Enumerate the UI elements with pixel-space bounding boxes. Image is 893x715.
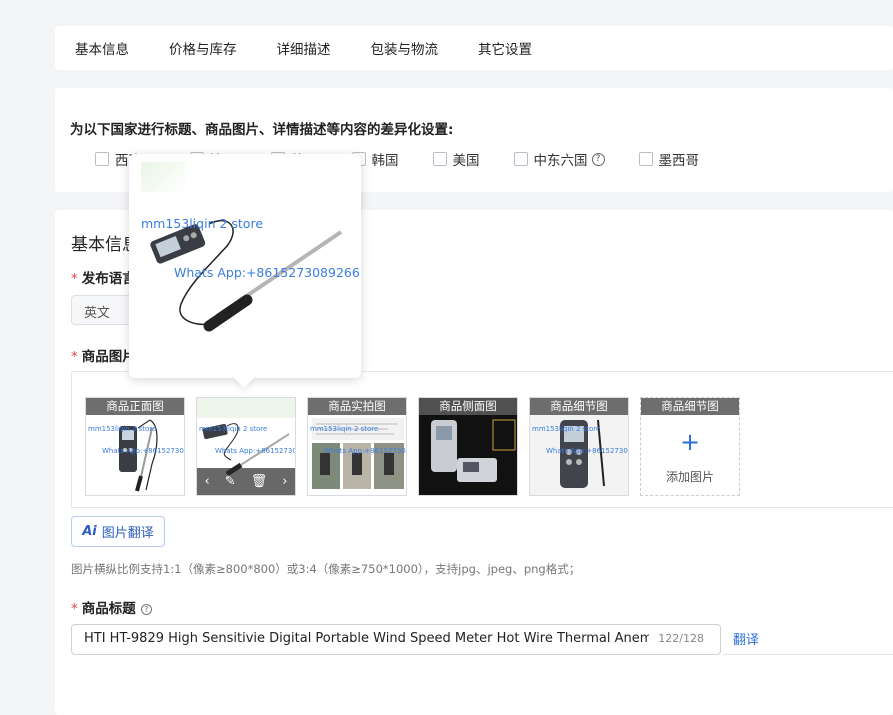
image-translate-label: 图片翻译 (101, 526, 154, 541)
ai-icon: Ai (82, 524, 97, 539)
image-thumb-hovered[interactable]: mm153liqin 2 store Whats App:+8615273089… (196, 397, 296, 496)
country-middle-east[interactable]: 中东六国? (513, 149, 605, 169)
image-tag: 商品实拍图 (308, 398, 406, 415)
image-tag: 商品正面图 (86, 398, 184, 415)
checkbox[interactable] (513, 152, 528, 166)
divider (723, 654, 893, 655)
tab-other-settings[interactable]: 其它设置 (478, 38, 532, 58)
image-format-hint: 图片横纵比例支持1:1（像素≥800*800）或3:4（像素≥750*1000）… (71, 562, 581, 576)
image-thumb-detail[interactable]: mm153liqin 2 store Whats App:+8615273089… (529, 397, 629, 496)
image-tag: 商品细节图 (530, 398, 628, 415)
edit-icon[interactable]: ✎ (225, 474, 236, 489)
image-thumb-real[interactable]: mm153liqin 2 store Whats App:+8615273089… (307, 397, 407, 496)
help-icon[interactable]: ? (140, 603, 152, 615)
tabs-card: 基本信息 价格与库存 详细描述 包装与物流 其它设置 (55, 26, 893, 70)
country-usa[interactable]: 美国 (432, 149, 480, 169)
country-mexico[interactable]: 墨西哥 (638, 149, 699, 169)
tab-description[interactable]: 详细描述 (277, 38, 331, 58)
trash-icon[interactable]: 🗑 (251, 474, 268, 489)
images-label: * 商品图片 (71, 349, 136, 365)
language-label: * 发布语言 (71, 271, 136, 287)
title-label: * 商品标题? (71, 597, 152, 617)
image-panel: mm153liqin 2 store Whats App:+8615273089… (71, 371, 893, 508)
watermark-text: Whats App:+8615273089266 (546, 447, 628, 455)
watermark-text: mm153liqin 2 store (310, 425, 379, 433)
product-title-text: HTI HT-9829 High Sensitivie Digital Port… (84, 631, 649, 646)
chevron-right-icon[interactable]: › (282, 474, 287, 489)
country-settings-title: 为以下国家进行标题、商品图片、详情描述等内容的差异化设置: (70, 122, 454, 138)
required-mark: * (71, 271, 78, 287)
help-icon[interactable]: ? (591, 152, 605, 166)
tab-basic-info[interactable]: 基本信息 (75, 38, 129, 58)
watermark-text: mm153liqin 2 store (88, 425, 157, 433)
watermark-text: mm153liqin 2 store (141, 216, 264, 231)
add-image-button[interactable]: 商品细节图 + 添加图片 (640, 397, 740, 496)
add-image-label: 添加图片 (665, 470, 714, 484)
chevron-left-icon[interactable]: ‹ (205, 474, 210, 489)
tab-price-stock[interactable]: 价格与库存 (169, 38, 237, 58)
checkbox[interactable] (95, 152, 109, 166)
image-toolbar: ‹ ✎ 🗑 › (197, 468, 295, 495)
plus-icon: + (679, 428, 701, 456)
required-mark: * (71, 601, 78, 617)
section-tabs: 基本信息 价格与库存 详细描述 包装与物流 其它设置 (55, 26, 893, 70)
watermark-text: Whats App:+8615273089266 (174, 265, 360, 280)
title-translate-link[interactable]: 翻译 (733, 629, 759, 648)
title-char-count: 122/128 (658, 632, 704, 645)
watermark-text: Whats App:+8615273089266 (215, 447, 296, 455)
image-thumb-front[interactable]: mm153liqin 2 store Whats App:+8615273089… (85, 397, 185, 496)
watermark-text: mm153liqin 2 store (199, 425, 268, 433)
watermark-text: mm153liqin 2 store (532, 425, 601, 433)
watermark-text: Whats App:+8615273089266 (102, 447, 184, 455)
image-translate-button[interactable]: Ai 图片翻译 (71, 516, 165, 547)
watermark-text: Whats App:+8615273089266 (324, 447, 406, 455)
image-preview-popover: mm153liqin 2 store Whats App:+8615273089… (129, 154, 361, 388)
image-tag: 商品侧面图 (419, 398, 517, 415)
tab-packaging[interactable]: 包装与物流 (371, 38, 439, 58)
checkbox[interactable] (432, 152, 447, 166)
required-mark: * (71, 349, 78, 365)
checkbox[interactable] (638, 152, 653, 166)
image-thumb-side[interactable]: 商品侧面图 (418, 397, 518, 496)
product-title-input[interactable]: HTI HT-9829 High Sensitivie Digital Port… (71, 624, 721, 655)
image-tag: 商品细节图 (641, 398, 739, 415)
